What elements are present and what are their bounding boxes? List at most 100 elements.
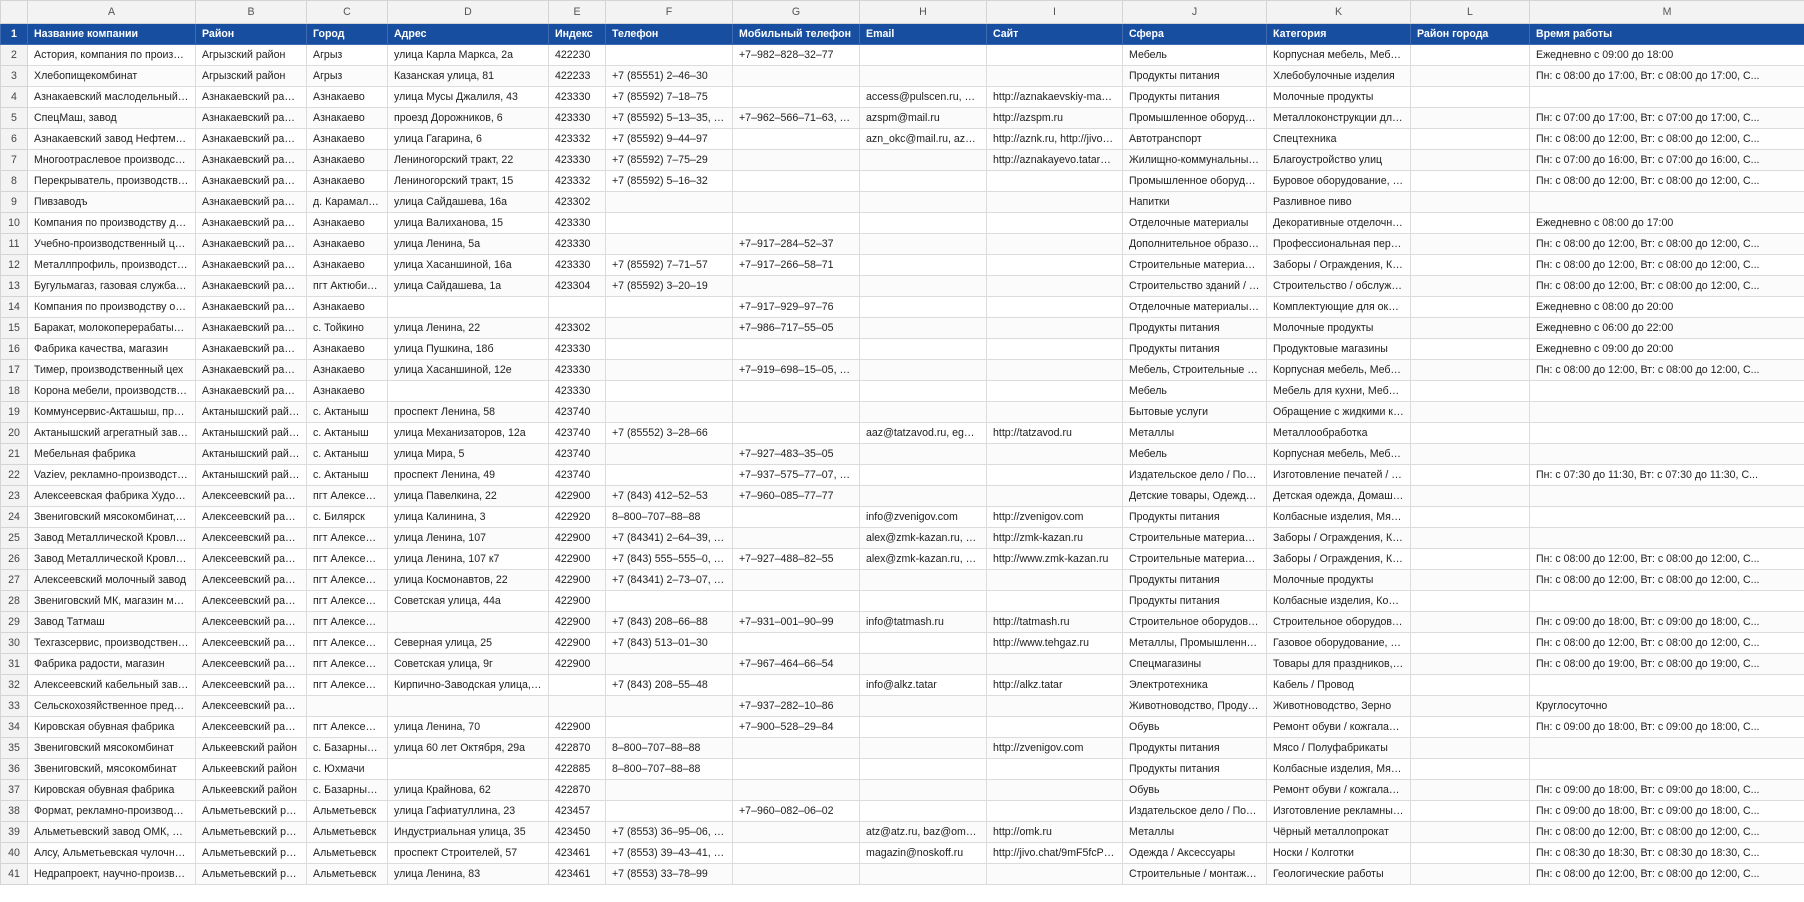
table-cell[interactable]: Пн: с 09:00 до 18:00, Вт: с 09:00 до 18:… <box>1529 800 1804 822</box>
table-cell[interactable]: Звениговский, мясокомбинат <box>27 758 196 780</box>
table-cell[interactable]: Пн: с 07:00 до 17:00, Вт: с 07:00 до 17:… <box>1529 107 1804 129</box>
table-cell[interactable]: Продуктовые магазины <box>1266 338 1411 360</box>
table-cell[interactable] <box>732 65 860 87</box>
header-cell[interactable]: Адрес <box>387 23 549 45</box>
table-cell[interactable] <box>732 401 860 423</box>
table-cell[interactable]: пгт Алексеевское <box>306 611 388 633</box>
table-cell[interactable]: info@alkz.tatar <box>859 674 987 696</box>
table-cell[interactable]: улица Павелкина, 22 <box>387 485 549 507</box>
table-cell[interactable] <box>732 338 860 360</box>
table-cell[interactable]: улица Калинина, 3 <box>387 506 549 528</box>
table-cell[interactable]: Агрыз <box>306 44 388 66</box>
row-number[interactable]: 8 <box>0 170 28 192</box>
table-cell[interactable] <box>1410 485 1530 507</box>
table-cell[interactable] <box>1410 863 1530 885</box>
table-cell[interactable]: Азнакаевский район <box>195 359 307 381</box>
table-cell[interactable]: +7‒960‒082‒06‒02 <box>732 800 860 822</box>
table-cell[interactable]: Строительные материалы ... <box>1122 527 1267 549</box>
table-cell[interactable]: Чёрный металлопрокат <box>1266 821 1411 843</box>
table-cell[interactable] <box>986 485 1123 507</box>
table-cell[interactable]: 422900 <box>548 485 606 507</box>
table-cell[interactable] <box>605 212 733 234</box>
table-cell[interactable] <box>1410 233 1530 255</box>
row-number[interactable]: 34 <box>0 716 28 738</box>
table-cell[interactable]: Северная улица, 25 <box>387 632 549 654</box>
table-cell[interactable] <box>1410 380 1530 402</box>
table-cell[interactable]: улица Хасаншиной, 12е <box>387 359 549 381</box>
table-cell[interactable]: Продукты питания <box>1122 317 1267 339</box>
table-cell[interactable]: azspm@mail.ru <box>859 107 987 129</box>
table-cell[interactable]: Алексеевская фабрика Художественн... <box>27 485 196 507</box>
table-cell[interactable] <box>986 779 1123 801</box>
table-cell[interactable]: 423330 <box>548 86 606 108</box>
table-cell[interactable]: Декоративные отделочны... <box>1266 212 1411 234</box>
table-cell[interactable]: +7 (85551) 2‒46‒30 <box>605 65 733 87</box>
table-cell[interactable]: Обувь <box>1122 716 1267 738</box>
table-cell[interactable]: Алексеевский район <box>195 527 307 549</box>
table-cell[interactable] <box>859 590 987 612</box>
header-cell[interactable]: Email <box>859 23 987 45</box>
table-cell[interactable]: Азнакаево <box>306 149 388 171</box>
table-cell[interactable] <box>387 296 549 318</box>
table-cell[interactable]: с. Базарные Ма... <box>306 737 388 759</box>
table-cell[interactable]: Электротехника <box>1122 674 1267 696</box>
table-cell[interactable] <box>1529 86 1804 108</box>
table-cell[interactable] <box>859 632 987 654</box>
table-cell[interactable]: улица Ленина, 107 к7 <box>387 548 549 570</box>
table-cell[interactable]: пгт Алексеевское <box>306 632 388 654</box>
table-cell[interactable]: с. Актаныш <box>306 464 388 486</box>
table-cell[interactable] <box>1410 401 1530 423</box>
table-cell[interactable] <box>306 695 388 717</box>
table-cell[interactable]: Металлы, Промышленное ... <box>1122 632 1267 654</box>
table-cell[interactable]: проспект Ленина, 58 <box>387 401 549 423</box>
table-cell[interactable] <box>859 233 987 255</box>
table-cell[interactable] <box>732 170 860 192</box>
table-cell[interactable]: +7‒982‒828‒32‒77 <box>732 44 860 66</box>
table-cell[interactable] <box>859 191 987 213</box>
table-cell[interactable]: Пн: с 09:00 до 18:00, Вт: с 09:00 до 18:… <box>1529 716 1804 738</box>
table-cell[interactable]: Отделочные материалы <box>1122 212 1267 234</box>
table-cell[interactable]: +7 (85592) 5‒16‒32 <box>605 170 733 192</box>
table-cell[interactable]: Строительные материалы ... <box>1122 548 1267 570</box>
table-cell[interactable]: улица Ленина, 70 <box>387 716 549 738</box>
table-cell[interactable]: Спецтехника <box>1266 128 1411 150</box>
table-cell[interactable]: +7 (843) 412‒52‒53 <box>605 485 733 507</box>
table-cell[interactable] <box>1410 737 1530 759</box>
table-cell[interactable]: Животноводство, Зерно <box>1266 695 1411 717</box>
table-cell[interactable]: Издательское дело / Поли... <box>1122 800 1267 822</box>
table-cell[interactable]: Азнакаево <box>306 338 388 360</box>
table-cell[interactable] <box>605 380 733 402</box>
table-cell[interactable]: СпецМаш, завод <box>27 107 196 129</box>
table-cell[interactable]: Техгазсервис, производственно-торг... <box>27 632 196 654</box>
table-cell[interactable]: Алексеевский район <box>195 653 307 675</box>
table-cell[interactable]: улица Механизаторов, 12а <box>387 422 549 444</box>
table-cell[interactable]: улица Крайнова, 62 <box>387 779 549 801</box>
row-number[interactable]: 11 <box>0 233 28 255</box>
table-cell[interactable] <box>986 380 1123 402</box>
table-cell[interactable] <box>1410 779 1530 801</box>
table-cell[interactable]: Пн: с 08:00 до 12:00, Вт: с 08:00 до 12:… <box>1529 569 1804 591</box>
table-cell[interactable]: проезд Дорожников, 6 <box>387 107 549 129</box>
table-cell[interactable]: Пивзаводъ <box>27 191 196 213</box>
table-cell[interactable] <box>1410 149 1530 171</box>
table-cell[interactable]: Дополнительное образов... <box>1122 233 1267 255</box>
table-cell[interactable]: пгт Алексеевское <box>306 674 388 696</box>
table-cell[interactable]: Буровое оборудование, Н... <box>1266 170 1411 192</box>
table-cell[interactable] <box>1529 758 1804 780</box>
table-cell[interactable]: Кабель / Провод <box>1266 674 1411 696</box>
table-cell[interactable] <box>859 65 987 87</box>
table-cell[interactable] <box>732 527 860 549</box>
table-cell[interactable]: с. Билярск <box>306 506 388 528</box>
table-cell[interactable]: azn_okc@mail.ru, azn10... <box>859 128 987 150</box>
table-cell[interactable]: +7 (85592) 7‒18‒75 <box>605 86 733 108</box>
table-cell[interactable] <box>1410 653 1530 675</box>
table-cell[interactable]: 422870 <box>548 737 606 759</box>
row-number[interactable]: 38 <box>0 800 28 822</box>
table-cell[interactable]: http://zmk-kazan.ru <box>986 527 1123 549</box>
table-cell[interactable] <box>859 737 987 759</box>
table-cell[interactable] <box>1410 107 1530 129</box>
table-cell[interactable]: Азнакаевский район <box>195 107 307 129</box>
table-cell[interactable]: Альметьевск <box>306 821 388 843</box>
row-number[interactable]: 24 <box>0 506 28 528</box>
table-cell[interactable]: Изготовление рекламных ... <box>1266 800 1411 822</box>
